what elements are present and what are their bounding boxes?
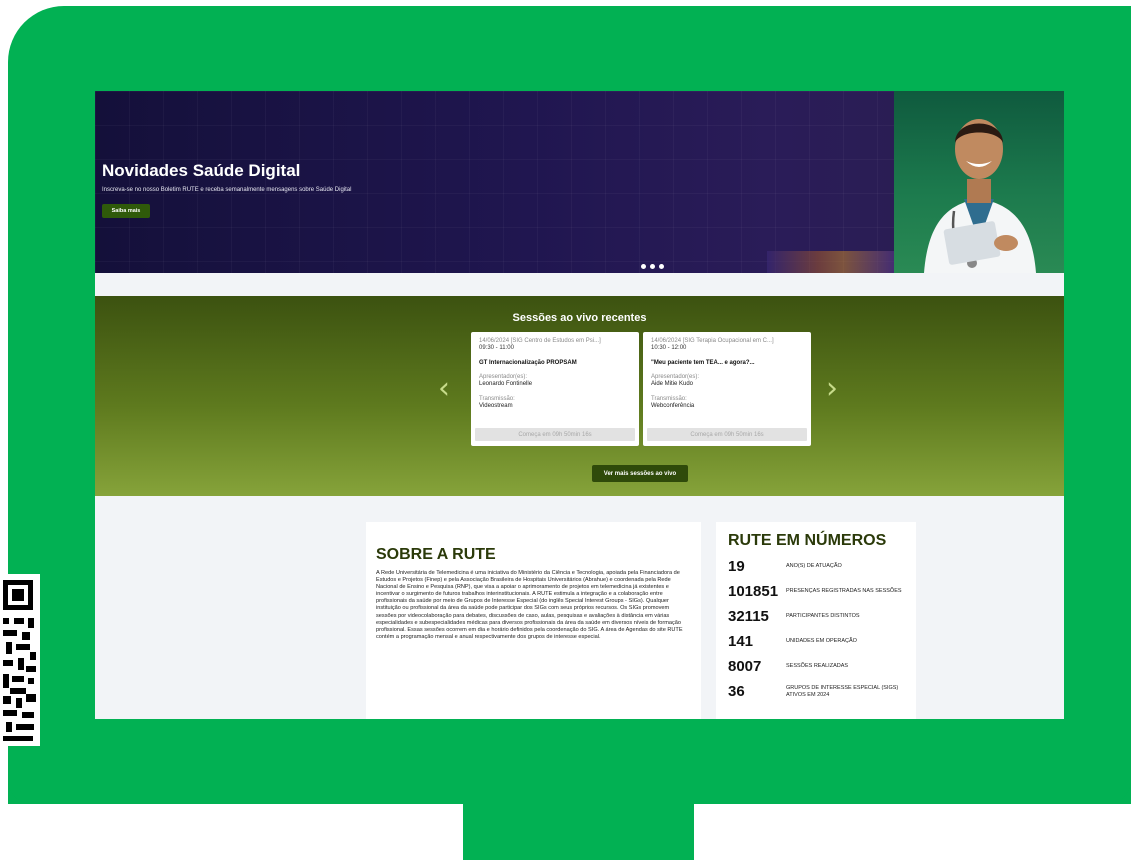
hero-decoration (767, 251, 894, 273)
rute-numbers-panel: RUTE EM NÚMEROS 19 ANO(S) DE ATUAÇÃO 101… (716, 522, 916, 719)
presenter-name: Leonardo Fontinelle (479, 381, 533, 387)
stat-label: PARTICIPANTES DISTINTOS (786, 613, 860, 620)
stat-label: ANO(S) DE ATUAÇÃO (786, 563, 842, 570)
hero-title: Novidades Saúde Digital (102, 161, 301, 180)
countdown-button[interactable]: Começa em 09h 50min 16s (647, 428, 807, 441)
about-text: A Rede Universitária de Telemedicina é u… (376, 570, 683, 640)
stat-label: PRESENÇAS REGISTRADAS NAS SESSÕES (786, 588, 902, 595)
browser-screen: Novidades Saúde Digital Inscreva-se no n… (95, 91, 1064, 719)
monitor-stand (463, 800, 694, 860)
about-title: SOBRE A RUTE (376, 546, 496, 563)
stat-row: 36 GRUPOS DE INTERESSE ESPECIAL (SIGS) A… (728, 683, 906, 700)
session-time: 10:30 - 12:00 (651, 345, 687, 351)
carousel-indicators (641, 264, 664, 269)
session-date-group: 14/06/2024 [SIG Terapia Ocupacional em C… (651, 338, 774, 344)
saiba-mais-button[interactable]: Saiba mais (102, 204, 150, 218)
session-card[interactable]: 14/06/2024 [SIG Centro de Estudos em Psi… (471, 332, 639, 446)
carousel-dot[interactable] (650, 264, 655, 269)
stat-row: 101851 PRESENÇAS REGISTRADAS NAS SESSÕES (728, 583, 906, 600)
stat-value: 8007 (728, 658, 762, 675)
hero-banner: Novidades Saúde Digital Inscreva-se no n… (95, 91, 1064, 273)
transmission-type: Videostream (479, 403, 513, 409)
stat-label: SESSÕES REALIZADAS (786, 663, 849, 670)
live-sessions-title: Sessões ao vivo recentes (512, 312, 647, 324)
stat-value: 32115 (728, 608, 769, 625)
stats-title-rest: EM NÚMEROS (771, 532, 887, 549)
presenter-label: Apresentador(es): (651, 374, 700, 380)
stat-value: 101851 (728, 583, 779, 600)
about-rute-panel: SOBRE A RUTE A Rede Universitária de Tel… (366, 522, 701, 719)
transmission-label: Transmissão: (479, 396, 515, 402)
stat-label: UNIDADES EM OPERAÇÃO (786, 638, 857, 645)
session-title[interactable]: "Meu paciente tem TEA... e agora?... (651, 360, 803, 366)
stat-label: GRUPOS DE INTERESSE ESPECIAL (SIGS) ATIV… (786, 685, 899, 698)
stat-value: 19 (728, 558, 745, 575)
session-time: 09:30 - 11:00 (479, 345, 514, 351)
carousel-dot[interactable] (641, 264, 646, 269)
stat-row: 141 UNIDADES EM OPERAÇÃO (728, 633, 906, 650)
stats-title-brand: RUTE (728, 532, 772, 549)
doctor-illustration (924, 119, 1036, 273)
stat-value: 36 (728, 683, 745, 700)
qr-code-icon (0, 574, 40, 746)
stats-title: RUTE EM NÚMEROS (728, 532, 906, 550)
countdown-button[interactable]: Começa em 09h 50min 16s (475, 428, 635, 441)
chevron-right-icon[interactable]: › (826, 374, 838, 404)
session-date-group: 14/06/2024 [SIG Centro de Estudos em Psi… (479, 338, 601, 344)
doctor-photo (894, 91, 1064, 273)
session-card[interactable]: 14/06/2024 [SIG Terapia Ocupacional em C… (643, 332, 811, 446)
live-sessions-section: Sessões ao vivo recentes ‹ › 14/06/2024 … (95, 296, 1064, 496)
stat-row: 8007 SESSÕES REALIZADAS (728, 658, 906, 675)
chevron-left-icon[interactable]: ‹ (438, 374, 450, 404)
transmission-label: Transmissão: (651, 396, 687, 402)
presenter-name: Aide Mitie Kudo (651, 381, 694, 387)
stat-value: 141 (728, 633, 754, 650)
stat-row: 19 ANO(S) DE ATUAÇÃO (728, 558, 906, 575)
more-live-sessions-button[interactable]: Ver mais sessões ao vivo (592, 465, 688, 482)
session-title[interactable]: GT Internacionalização PROPSAM (479, 360, 631, 366)
stat-row: 32115 PARTICIPANTES DISTINTOS (728, 608, 906, 625)
carousel-dot[interactable] (659, 264, 664, 269)
presenter-label: Apresentador(es): (479, 374, 528, 380)
hero-subtitle: Inscreva-se no nosso Boletim RUTE e rece… (102, 187, 352, 193)
transmission-type: Webconferência (651, 403, 695, 409)
